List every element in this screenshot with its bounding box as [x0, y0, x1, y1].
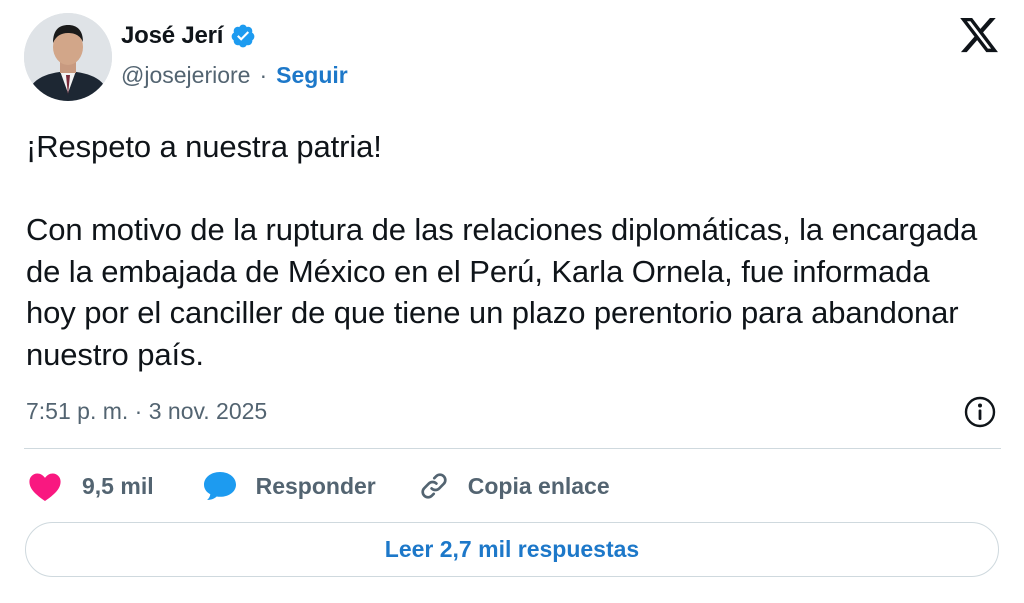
x-logo-icon[interactable] [958, 14, 1000, 56]
separator-dot: · [259, 62, 268, 88]
verified-badge-icon [230, 23, 256, 49]
tweet-paragraph: ¡Respeto a nuestra patria! [26, 129, 382, 164]
author-name-row: José Jerí [121, 22, 256, 50]
avatar[interactable] [24, 13, 112, 101]
info-icon[interactable] [963, 395, 997, 429]
action-bar: 9,5 mil Responder Copia enlace [28, 470, 610, 502]
follow-button[interactable]: Seguir [276, 62, 348, 89]
tweet-timestamp[interactable]: 7:51 p. m. · 3 nov. 2025 [26, 398, 267, 425]
author-name[interactable]: José Jerí [121, 22, 223, 50]
reply-label: Responder [255, 472, 376, 499]
tweet-paragraph: Con motivo de la ruptura de las relacion… [26, 212, 978, 372]
author-handle[interactable]: @josejeriore [121, 62, 250, 89]
reply-button[interactable]: Responder [202, 470, 376, 502]
copy-link-label: Copia enlace [467, 472, 610, 499]
reply-bubble-icon [202, 470, 238, 502]
heart-icon [28, 470, 62, 502]
like-button[interactable]: 9,5 mil [28, 470, 154, 502]
read-replies-button[interactable]: Leer 2,7 mil respuestas [25, 522, 999, 577]
like-count: 9,5 mil [82, 472, 154, 499]
author-handle-row: @josejeriore · Seguir [121, 62, 348, 89]
tweet-text: ¡Respeto a nuestra patria! Con motivo de… [26, 126, 986, 375]
avatar-image [24, 13, 112, 101]
link-icon [418, 470, 450, 502]
copy-link-button[interactable]: Copia enlace [418, 470, 610, 502]
divider [24, 448, 1001, 449]
